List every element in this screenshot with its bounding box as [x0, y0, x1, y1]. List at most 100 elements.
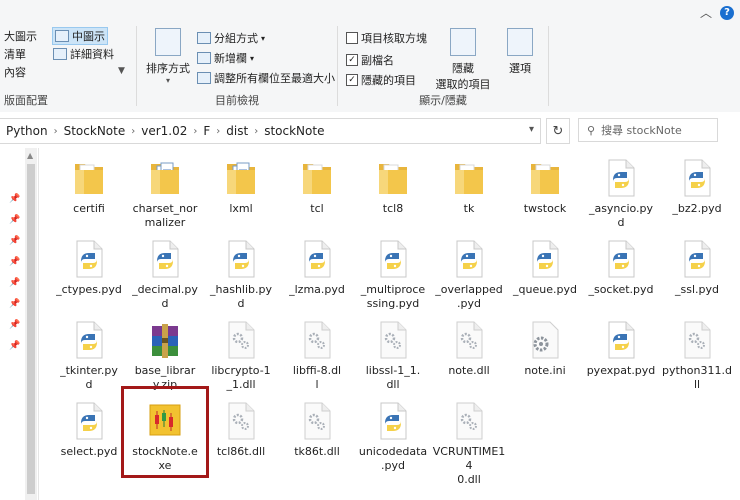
folder-item[interactable]: tk: [430, 158, 508, 216]
folder-item[interactable]: lxml: [202, 158, 280, 216]
medium-icons-option[interactable]: 中圖示: [52, 27, 108, 45]
file-label-line: _queue.pyd: [513, 283, 577, 296]
current-view-group: 排序方式 ▾ 分組方式 ▾ 新增欄 ▾ 調整所有欄位至最適大小 目前檢視: [137, 24, 337, 112]
content-option[interactable]: 內容: [4, 64, 26, 80]
breadcrumb-item[interactable]: StockNote: [62, 124, 128, 138]
file-label-line: tcl86t.dll: [216, 445, 266, 458]
file-item[interactable]: libcrypto-1 _1.dll: [202, 320, 280, 392]
file-item[interactable]: _ctypes.pyd: [50, 239, 128, 297]
chevron-right-icon[interactable]: ›: [189, 126, 201, 137]
pin-icon[interactable]: 📌: [9, 320, 20, 330]
chevron-right-icon[interactable]: ›: [250, 126, 262, 137]
chevron-right-icon[interactable]: ›: [127, 126, 139, 137]
file-label-line: note.dll: [448, 364, 490, 377]
file-item[interactable]: note.ini: [506, 320, 584, 378]
file-item[interactable]: _multiproce ssing.pyd: [354, 239, 432, 311]
file-item[interactable]: _hashlib.py d: [202, 239, 280, 311]
file-item[interactable]: base_librar y.zip: [126, 320, 204, 392]
file-item[interactable]: python311.d ll: [658, 320, 736, 392]
file-item[interactable]: libssl-1_1. dll: [354, 320, 432, 392]
file-item[interactable]: _queue.pyd: [506, 239, 584, 297]
folder-item[interactable]: tcl8: [354, 158, 432, 216]
details-option[interactable]: 詳細資料: [53, 46, 114, 62]
pin-icon[interactable]: 📌: [9, 257, 20, 267]
folder-item[interactable]: twstock: [506, 158, 584, 216]
file-item[interactable]: pyexpat.pyd: [582, 320, 660, 378]
breadcrumb-item[interactable]: ver1.02: [139, 124, 189, 138]
python-file-icon: [147, 239, 183, 279]
chevron-right-icon[interactable]: ›: [50, 126, 62, 137]
breadcrumb-item[interactable]: dist: [224, 124, 250, 138]
folder-icon: [71, 158, 107, 198]
list-option[interactable]: 清單: [4, 46, 26, 62]
scrollbar-thumb[interactable]: [27, 164, 35, 494]
pin-icon[interactable]: 📌: [9, 278, 20, 288]
folder-item[interactable]: tcl: [278, 158, 356, 216]
folder-icon: [527, 158, 563, 198]
pin-icon[interactable]: 📌: [9, 341, 20, 351]
breadcrumb-item[interactable]: Python: [0, 124, 50, 138]
file-label-line: _asyncio.py: [588, 202, 654, 215]
refresh-button[interactable]: ↻: [546, 118, 570, 144]
file-label-line: ssing.pyd: [366, 297, 420, 310]
hide-selected-button[interactable]: 隱藏 選取的項目: [430, 28, 496, 92]
pin-icon[interactable]: 📌: [9, 299, 20, 309]
file-item[interactable]: VCRUNTIME14 0.dll: [430, 401, 508, 487]
file-item[interactable]: select.pyd: [50, 401, 128, 459]
file-item[interactable]: note.dll: [430, 320, 508, 378]
python-file-icon: [679, 239, 715, 279]
file-item[interactable]: _socket.pyd: [582, 239, 660, 297]
size-columns-button[interactable]: 調整所有欄位至最適大小: [197, 70, 335, 86]
address-bar[interactable]: Python › StockNote › ver1.02 › F › dist …: [0, 118, 541, 144]
add-columns-button[interactable]: 新增欄 ▾: [197, 50, 254, 66]
folder-item[interactable]: charset_nor malizer: [126, 158, 204, 230]
item-checkboxes-checkbox[interactable]: [346, 32, 358, 44]
file-label-line: .pyd: [457, 297, 481, 310]
item-checkboxes-option[interactable]: 項目核取方塊: [346, 30, 427, 46]
pin-icon[interactable]: 📌: [9, 236, 20, 246]
sort-icon: [155, 28, 181, 56]
pin-icon[interactable]: 📌: [9, 215, 20, 225]
large-icons-option[interactable]: 大圖示: [4, 28, 37, 44]
file-item[interactable]: _asyncio.py d: [582, 158, 660, 230]
group-by-button[interactable]: 分組方式 ▾: [197, 30, 265, 46]
file-label-line: _1.dll: [226, 378, 256, 391]
collapse-ribbon-icon[interactable]: ︿: [700, 4, 712, 21]
file-item[interactable]: _overlapped .pyd: [430, 239, 508, 311]
file-item[interactable]: _tkinter.py d: [50, 320, 128, 392]
nav-scrollbar[interactable]: ▲: [25, 148, 37, 500]
file-label-line: _ssl.pyd: [675, 283, 719, 296]
file-item[interactable]: tk86t.dll: [278, 401, 356, 459]
extensions-checkbox[interactable]: ✓: [346, 54, 358, 66]
breadcrumb-item[interactable]: stockNote: [262, 124, 326, 138]
file-item[interactable]: _decimal.py d: [126, 239, 204, 311]
file-item[interactable]: _ssl.pyd: [658, 239, 736, 297]
help-icon[interactable]: ?: [720, 5, 734, 20]
search-input[interactable]: 搜尋 stockNote: [601, 122, 682, 138]
hidden-items-checkbox[interactable]: ✓: [346, 74, 358, 86]
extensions-option[interactable]: ✓ 副檔名: [346, 52, 394, 68]
file-item[interactable]: _bz2.pyd: [658, 158, 736, 216]
scroll-up-icon[interactable]: ▲: [27, 151, 33, 160]
layout-more-icon[interactable]: ▼: [118, 66, 125, 76]
settings-file-icon: [527, 320, 563, 360]
pin-icon[interactable]: 📌: [9, 194, 20, 204]
python-file-icon: [451, 239, 487, 279]
file-item[interactable]: tcl86t.dll: [202, 401, 280, 459]
ribbon: ︿ ? 大圖示 中圖示 清單 詳細資料 內容 ▼ 版面配置 排序方式 ▾ 分組方…: [0, 0, 740, 113]
address-dropdown-icon[interactable]: ▾: [529, 124, 534, 135]
chevron-right-icon[interactable]: ›: [212, 126, 224, 137]
show-hide-group-label: 顯示/隱藏: [419, 94, 467, 107]
file-item[interactable]: libffi-8.dl l: [278, 320, 356, 392]
folder-item[interactable]: certifi: [50, 158, 128, 216]
breadcrumb-item[interactable]: F: [201, 124, 212, 138]
options-button[interactable]: 選項: [500, 28, 540, 76]
hidden-items-option[interactable]: ✓ 隱藏的項目: [346, 72, 416, 88]
search-icon: ⚲: [587, 123, 596, 137]
sort-by-button[interactable]: 排序方式 ▾: [143, 28, 193, 85]
file-item[interactable]: unicodedata .pyd: [354, 401, 432, 473]
file-label-line: _ctypes.pyd: [56, 283, 122, 296]
file-label-line: base_librar: [134, 364, 196, 377]
search-box[interactable]: ⚲ 搜尋 stockNote: [578, 118, 718, 142]
file-item[interactable]: _lzma.pyd: [278, 239, 356, 297]
